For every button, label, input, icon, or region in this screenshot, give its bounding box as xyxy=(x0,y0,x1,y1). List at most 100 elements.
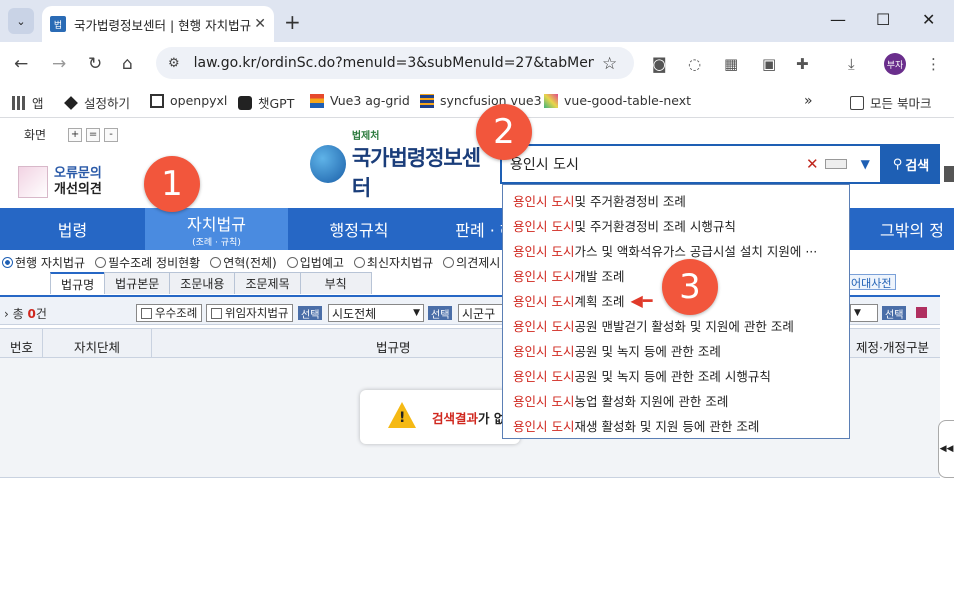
match-text: 용인시 도시 xyxy=(513,319,575,334)
search-button[interactable]: ⚲ 검색 xyxy=(882,144,940,184)
profile-avatar[interactable]: 부자 xyxy=(884,53,906,75)
zoom-reset-button[interactable]: = xyxy=(86,127,101,142)
tab-article-title[interactable]: 조문제목 xyxy=(234,272,301,294)
search-input[interactable] xyxy=(510,156,800,172)
radio-dot xyxy=(2,256,13,268)
zoom-in-button[interactable]: + xyxy=(68,127,83,142)
bookmark-label: 모든 북마크 xyxy=(870,96,932,111)
nav-others[interactable]: 그밖의 정 xyxy=(870,208,954,250)
tab-law-name[interactable]: 법규명 xyxy=(50,272,106,294)
nav-label: 법령 xyxy=(57,221,88,240)
bookmark-all[interactable]: 모든 북마크 xyxy=(850,93,931,112)
tab-article-content[interactable]: 조문내용 xyxy=(169,272,236,294)
reload-icon[interactable]: ↻ xyxy=(88,54,102,74)
nav-laws[interactable]: 법령 xyxy=(0,208,145,250)
maximize-icon[interactable]: ☐ xyxy=(876,10,890,29)
feedback-line2: 개선의견 xyxy=(54,182,102,197)
extensions-icon[interactable]: ✚ xyxy=(796,55,809,73)
bookmark-star-icon[interactable]: ☆ xyxy=(602,54,617,74)
bookmarks-overflow-icon[interactable]: » xyxy=(804,93,813,109)
apps-grid-icon xyxy=(12,95,26,110)
no-result-highlight: 검색결과 xyxy=(432,410,479,426)
autocomplete-item[interactable]: 용인시 도시 공원 맨발걷기 활성화 및 지원에 관한 조례 xyxy=(503,313,849,338)
radio-pre-announce[interactable]: 입법예고 xyxy=(286,254,344,271)
page-content: 화면 + = - 오류문의 개선의견 법제처 국가법령정보센터 법령 자치법규 (… xyxy=(0,104,954,608)
zoom-out-button[interactable]: - xyxy=(104,127,119,142)
bookmark-openpyxl[interactable]: openpyxl xyxy=(150,93,227,108)
browser-tab-strip: ⌄ 법 국가법령정보센터 | 현행 자치법규 ✕ + — ☐ ✕ xyxy=(0,0,954,42)
autocomplete-item[interactable]: 용인시 도시 공원 및 녹지 등에 관한 조례 시행규칙 xyxy=(503,363,849,388)
suggestion-text: 공원 맨발걷기 활성화 및 지원에 관한 조례 xyxy=(574,319,794,334)
tab-addenda[interactable]: 부칙 xyxy=(299,272,372,294)
delegated-law-checkbox[interactable]: 위임자치법규 xyxy=(206,304,294,322)
site-info-icon[interactable]: ⚙ xyxy=(168,56,180,71)
radio-current[interactable]: 현행 자치법규 xyxy=(2,254,85,271)
bookmarks-bar: 앱 설정하기 openpyxl 챗GPT Vue3 ag-grid syncfu… xyxy=(0,84,954,118)
save-icon[interactable] xyxy=(916,307,927,318)
browser-tab[interactable]: 법 국가법령정보센터 | 현행 자치법규 ✕ xyxy=(42,6,274,42)
bookmark-label: vue-good-table-next xyxy=(564,93,692,108)
home-icon[interactable]: ⌂ xyxy=(122,54,133,74)
radio-dot xyxy=(95,256,107,268)
excellent-ordinance-checkbox[interactable]: 우수조례 xyxy=(136,304,203,322)
select-tag[interactable]: 선택 xyxy=(882,306,907,321)
tab-law-body[interactable]: 법규본문 xyxy=(104,272,171,294)
chevron-down-icon[interactable]: ▼ xyxy=(861,157,870,171)
radio-required[interactable]: 필수조례 정비현황 xyxy=(95,254,200,271)
autocomplete-item[interactable]: 용인시 도시 및 주거환경정비 조례 xyxy=(503,188,849,213)
select-value: 시도전체 xyxy=(332,306,377,321)
feedback-line1: 오류문의 xyxy=(54,166,102,181)
nav-local-laws[interactable]: 자치법규 (조례 · 규칙) xyxy=(145,208,288,250)
edge-tab-icon[interactable] xyxy=(944,166,954,182)
warning-mark: ! xyxy=(399,410,406,426)
bookmark-settings[interactable]: 설정하기 xyxy=(64,93,130,112)
total-prefix: 총 xyxy=(12,307,24,321)
back-icon[interactable]: ← xyxy=(14,54,28,74)
feedback-link[interactable]: 오류문의 개선의견 xyxy=(18,162,128,202)
minimize-icon[interactable]: — xyxy=(830,10,846,29)
radio-opinion[interactable]: 의견제시 xyxy=(443,254,500,271)
logo-sub: 법제처 xyxy=(351,130,380,142)
select-tag: 선택 xyxy=(298,306,323,321)
zoom-label: 화면 xyxy=(24,128,47,142)
city-select[interactable]: 시군구 xyxy=(458,304,504,322)
camera-icon[interactable]: ◙ xyxy=(652,55,667,73)
suggestion-text: 가스 및 액화석유가스 공급시설 설치 지원에 ··· xyxy=(574,244,818,259)
radio-dot xyxy=(353,256,365,268)
clear-icon[interactable]: ✕ xyxy=(806,155,819,173)
menu-icon[interactable]: ⋮ xyxy=(926,55,941,73)
download-icon[interactable]: ⤓ xyxy=(848,55,855,73)
radio-history[interactable]: 연혁(전체) xyxy=(210,254,277,271)
radio-label: 최신자치법규 xyxy=(366,255,434,270)
radio-latest[interactable]: 최신자치법규 xyxy=(353,254,434,271)
autocomplete-item[interactable]: 용인시 도시 농업 활성화 지원에 관한 조례 xyxy=(503,388,849,413)
autocomplete-item[interactable]: 용인시 도시 공원 및 녹지 등에 관한 조례 xyxy=(503,338,849,363)
bookmark-apps[interactable]: 앱 xyxy=(12,93,44,112)
tab-search-button[interactable]: ⌄ xyxy=(8,8,34,34)
forward-icon[interactable]: → xyxy=(52,54,66,74)
autocomplete-item[interactable]: 용인시 도시 재생 활성화 및 지원 등에 관한 조례 xyxy=(503,413,849,438)
bookmark-vue3-ag-grid[interactable]: Vue3 ag-grid xyxy=(310,93,410,108)
province-select[interactable]: 시도전체 ▼ xyxy=(328,304,424,322)
address-bar[interactable]: ⚙ law.go.kr/ordinSc.do?menuId=3&subMenuI… xyxy=(156,47,634,79)
nav-admin-rules[interactable]: 행정규칙 xyxy=(288,208,430,250)
side-panel-handle-icon[interactable]: ◀◀ xyxy=(938,420,954,478)
translate-icon[interactable]: ◌ xyxy=(688,55,701,73)
keyboard-icon[interactable] xyxy=(824,159,847,169)
chevron-down-icon: ▼ xyxy=(413,308,420,318)
dictionary-button[interactable]: 어대사전 xyxy=(846,274,897,290)
cast-icon[interactable]: ▣ xyxy=(762,55,776,73)
bookmark-icon xyxy=(64,95,78,110)
qr-icon[interactable]: ▦ xyxy=(724,55,738,73)
extra-select[interactable]: ▼ xyxy=(850,304,878,322)
site-logo[interactable]: 법제처 국가법령정보센터 xyxy=(310,131,490,200)
tab-close-icon[interactable]: ✕ xyxy=(254,16,266,32)
window-close-icon[interactable]: ✕ xyxy=(922,10,935,29)
autocomplete-item[interactable]: 용인시 도시 가스 및 액화석유가스 공급시설 설치 지원에 ··· xyxy=(503,238,849,263)
column-divider xyxy=(42,329,43,359)
bookmark-vue-good-table[interactable]: vue-good-table-next xyxy=(544,93,691,108)
new-tab-icon[interactable]: + xyxy=(284,10,301,34)
bookmark-chatgpt[interactable]: 챗GPT xyxy=(238,93,294,112)
bookmark-syncfusion[interactable]: syncfusion vue3 xyxy=(420,93,542,108)
autocomplete-item[interactable]: 용인시 도시 및 주거환경정비 조례 시행규칙 xyxy=(503,213,849,238)
